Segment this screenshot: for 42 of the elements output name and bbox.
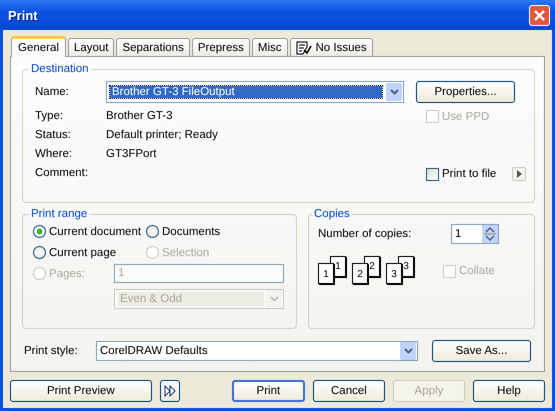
group-title: Copies: [313, 208, 351, 220]
dialog-button[interactable]: Help: [472, 380, 545, 402]
print-style-label: Print style:: [24, 345, 79, 357]
info-value: Default printer; Ready: [106, 129, 218, 143]
print-preview-button[interactable]: Print Preview: [10, 380, 152, 402]
name-label: Name:: [35, 86, 70, 98]
checklist-icon: [296, 40, 312, 54]
printer-dropdown[interactable]: Brother GT-3 FileOutput: [106, 81, 404, 103]
dialog-button[interactable]: Print: [232, 380, 305, 402]
info-label: Comment:: [35, 167, 90, 181]
print-to-file-checkbox[interactable]: Print to file: [426, 168, 496, 180]
close-icon: [533, 8, 546, 22]
properties-button[interactable]: Properties...: [416, 81, 515, 103]
info-label: Where:: [35, 148, 74, 162]
info-value: Brother GT-3: [106, 110, 172, 124]
double-arrow-icon: [164, 385, 176, 397]
radio-option[interactable]: Current page: [33, 246, 146, 259]
info-label: Type:: [35, 110, 64, 124]
radio-option[interactable]: Documents: [146, 225, 288, 238]
copies-label: Number of copies:: [318, 228, 412, 240]
radio-option[interactable]: Current document: [33, 225, 146, 238]
info-value: GT3FPort: [106, 148, 156, 162]
copies-spinner[interactable]: 1: [451, 224, 499, 244]
dialog-button[interactable]: Cancel: [312, 380, 385, 402]
print-style-dropdown[interactable]: CorelDRAW Defaults: [96, 341, 418, 361]
tab[interactable]: Layout: [68, 38, 114, 56]
collated-pages-drawing: 1 1 2 2 3 3: [318, 256, 443, 286]
expand-button[interactable]: [512, 167, 526, 181]
info-label: Status:: [35, 129, 72, 143]
spin-arrows-icon: [482, 225, 498, 243]
window-title: Print: [8, 8, 38, 22]
tab[interactable]: Prepress: [192, 38, 250, 56]
group-title: Destination: [30, 63, 90, 75]
tab[interactable]: Misc: [252, 38, 288, 56]
fast-forward-button[interactable]: [160, 380, 180, 402]
group-title: Print range: [30, 208, 88, 220]
tab[interactable]: Separations: [116, 38, 190, 56]
save-as-button[interactable]: Save As...: [432, 340, 531, 362]
tab[interactable]: No Issues: [290, 38, 373, 56]
triangle-right-icon: [516, 170, 522, 178]
tab[interactable]: General: [11, 36, 66, 57]
close-button[interactable]: [529, 4, 550, 26]
